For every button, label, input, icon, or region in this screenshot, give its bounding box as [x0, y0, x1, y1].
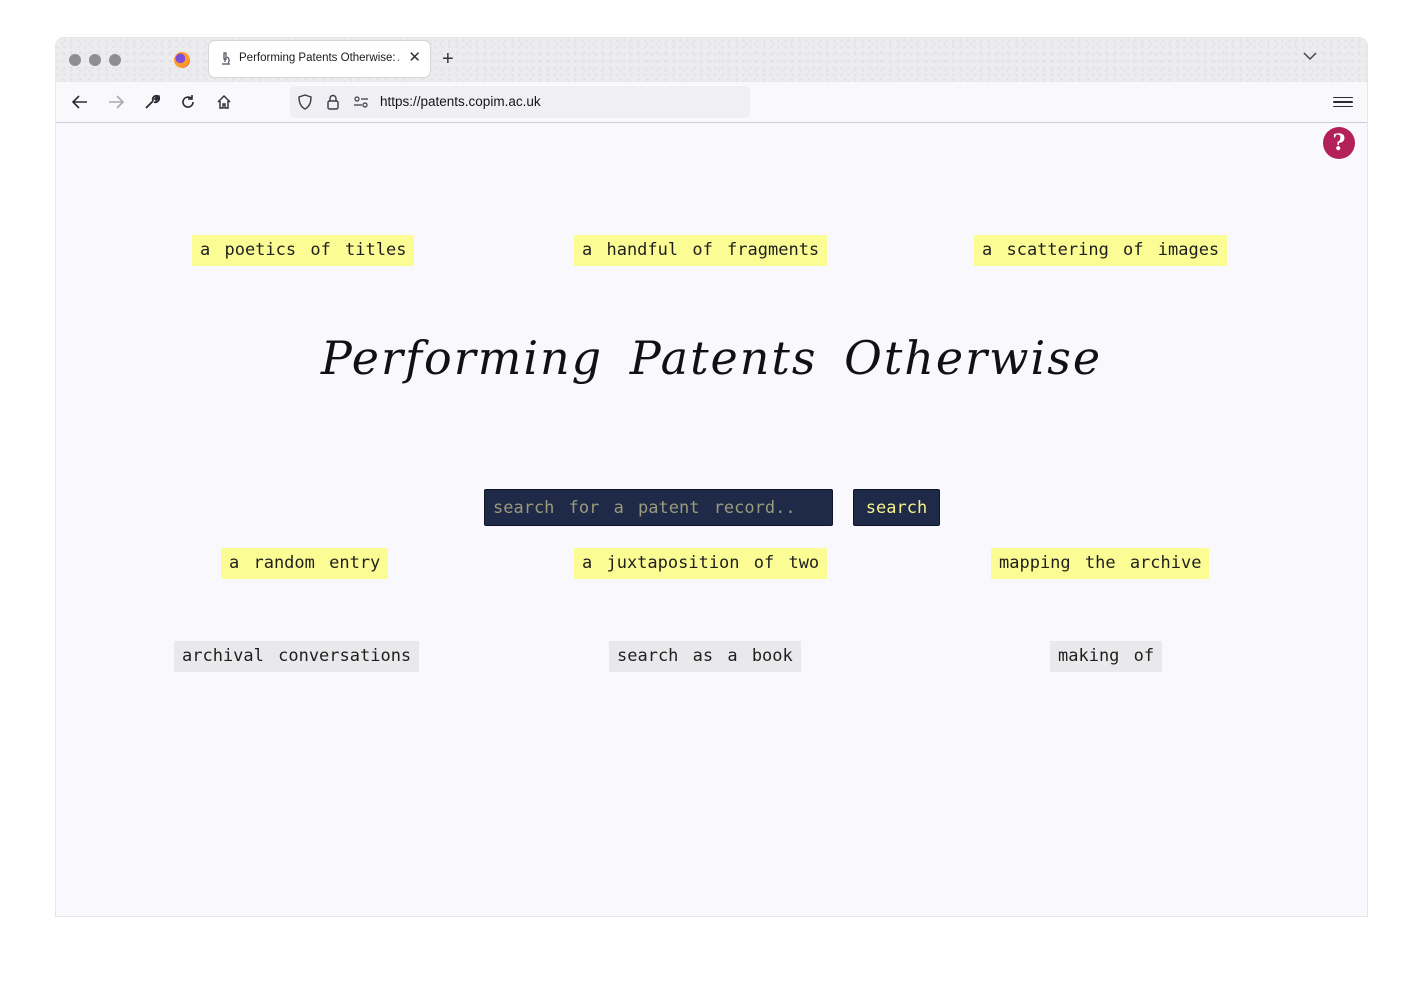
close-window-button[interactable] [69, 54, 81, 66]
tab-title: Performing Patents Otherwise: A [239, 52, 399, 64]
maximize-window-button[interactable] [109, 54, 121, 66]
shield-icon[interactable] [296, 93, 314, 111]
chevron-down-icon[interactable] [1303, 48, 1317, 64]
web-page: ? a poetics of titles a handful of fragm… [56, 123, 1367, 916]
link-juxtaposition-of-two[interactable]: a juxtaposition of two [574, 548, 828, 579]
plus-icon[interactable]: + [442, 48, 454, 70]
tab-active[interactable]: Performing Patents Otherwise: A ✕ [209, 41, 430, 77]
link-mapping-the-archive[interactable]: mapping the archive [991, 548, 1210, 579]
link-random-entry[interactable]: a random entry [221, 548, 389, 579]
page-title: Performing Patents Otherwise [320, 331, 1103, 385]
link-handful-of-fragments[interactable]: a handful of fragments [574, 235, 828, 266]
home-icon[interactable] [212, 90, 236, 114]
close-icon[interactable]: ✕ [408, 50, 421, 66]
help-button[interactable]: ? [1323, 127, 1355, 159]
browser-window: Performing Patents Otherwise: A ✕ + http… [56, 38, 1367, 916]
link-archival-conversations[interactable]: archival conversations [174, 641, 420, 672]
wrench-icon[interactable] [140, 90, 164, 114]
link-search-as-a-book[interactable]: search as a book [609, 641, 801, 672]
hamburger-menu-icon[interactable] [1333, 92, 1353, 112]
back-arrow-icon[interactable] [68, 90, 92, 114]
lock-icon[interactable] [324, 93, 342, 111]
url-bar[interactable]: https://patents.copim.ac.uk [290, 86, 750, 118]
link-scattering-of-images[interactable]: a scattering of images [974, 235, 1228, 266]
link-poetics-of-titles[interactable]: a poetics of titles [192, 235, 415, 266]
microscope-icon [219, 52, 233, 66]
permissions-icon[interactable] [352, 93, 370, 111]
tab-strip: Performing Patents Otherwise: A ✕ + [56, 38, 1367, 82]
reload-icon[interactable] [176, 90, 200, 114]
link-making-of[interactable]: making of [1050, 641, 1163, 672]
minimize-window-button[interactable] [89, 54, 101, 66]
firefox-icon [174, 52, 190, 68]
forward-arrow-icon[interactable] [104, 90, 128, 114]
search-input[interactable] [484, 489, 833, 526]
url-text[interactable]: https://patents.copim.ac.uk [380, 94, 541, 109]
search-button[interactable]: search [853, 489, 940, 526]
navigation-bar: https://patents.copim.ac.uk [56, 82, 1367, 123]
